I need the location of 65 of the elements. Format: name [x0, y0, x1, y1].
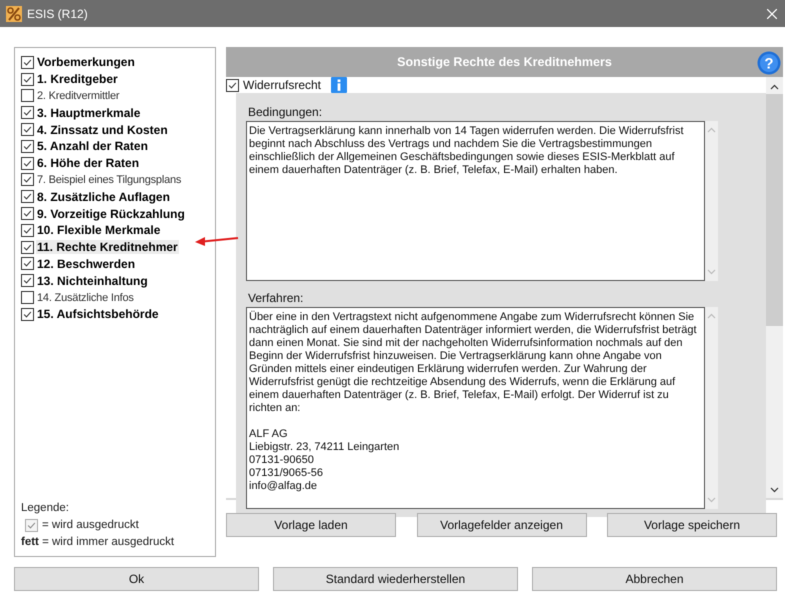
checkbox[interactable] — [21, 240, 34, 254]
legend-text: fett = wird immer ausgedruckt — [21, 535, 176, 550]
section-item[interactable]: 7. Beispiel eines Tilgungsplans — [36, 174, 182, 186]
field-label: Bedingungen: — [247, 104, 324, 121]
checkbox[interactable] — [21, 173, 34, 186]
checkbox[interactable] — [226, 78, 239, 92]
template-button[interactable]: Vorlage laden — [226, 513, 396, 537]
checkbox[interactable] — [21, 274, 34, 288]
checkbox[interactable] — [21, 140, 34, 153]
checkbox[interactable] — [21, 291, 34, 304]
checkbox[interactable] — [21, 156, 34, 170]
checkmark-icon — [22, 124, 33, 136]
checkbox[interactable] — [21, 106, 34, 120]
section-item[interactable]: 10. Flexible Merkmale — [36, 223, 162, 238]
checkbox[interactable] — [21, 190, 34, 204]
checkmark-icon — [22, 174, 33, 186]
chevron-up-icon[interactable] — [770, 84, 779, 90]
section-item[interactable]: 14. Zusätzliche Infos — [36, 292, 135, 304]
dialog-button[interactable]: Ok — [14, 567, 259, 591]
section-item[interactable]: 13. Nichteinhaltung — [36, 274, 149, 288]
legend-title: Legende: — [21, 501, 70, 516]
checkmark-icon — [22, 191, 33, 202]
section-item[interactable]: 1. Kreditgeber — [36, 72, 119, 86]
section-item[interactable]: 3. Hauptmerkmale — [36, 106, 142, 120]
chevron-down-icon[interactable] — [770, 487, 779, 493]
checkbox[interactable] — [21, 224, 34, 237]
checkbox[interactable] — [21, 123, 34, 136]
section-item[interactable]: 11. Rechte Kreditnehmer — [36, 240, 179, 254]
checkmark-icon — [22, 208, 33, 220]
checkbox[interactable] — [21, 89, 34, 102]
dialog-button[interactable]: Abbrechen — [532, 567, 777, 591]
checkmark-icon — [22, 107, 33, 118]
section-item[interactable]: 4. Zinssatz und Kosten — [36, 122, 169, 137]
checkbox[interactable] — [21, 72, 34, 86]
close-icon[interactable] — [767, 8, 777, 18]
checkbox[interactable] — [21, 207, 34, 220]
template-button[interactable]: Vorlagefelder anzeigen — [416, 513, 586, 537]
scrollbar[interactable] — [766, 77, 783, 498]
option-label[interactable]: Widerrufsrecht — [243, 78, 322, 92]
panel-title: Sonstige Rechte des Kreditnehmers — [397, 55, 612, 69]
percent-logo-icon — [6, 6, 22, 22]
checkbox[interactable] — [21, 308, 34, 321]
template-button[interactable]: Vorlage speichern — [607, 513, 777, 537]
text-area[interactable]: Die Vertragserklärung kann innerhalb von 14 Tagen widerrufen werden. Die Widerrufsfrist beginnt nach Abschluss des Vertrags und nachdem Sie die Vertragsbestimmungen einschließlich der Allgemeinen Geschäftsbedingungen sowie dieses ESIS-Merkblatt auf einem dauerhaften Datenträger (z. B. Brief, Telefax, E-Mail) erhalten haben. — [246, 121, 705, 281]
field-label: Verfahren: — [247, 290, 304, 307]
section-item[interactable]: 8. Zusätzliche Auflagen — [36, 190, 171, 204]
section-item[interactable]: 12. Beschwerden — [36, 256, 136, 271]
window-title: ESIS (R12) — [27, 6, 89, 20]
info-icon[interactable] — [331, 77, 348, 93]
checkmark-icon — [22, 258, 33, 270]
checkmark-icon — [22, 275, 33, 286]
section-item[interactable]: 6. Höhe der Raten — [36, 156, 140, 170]
section-item[interactable]: 15. Aufsichtsbehörde — [36, 307, 160, 322]
pointer-arrow — [195, 234, 239, 246]
section-item[interactable]: 5. Anzahl der Raten — [36, 139, 149, 154]
legend-text: = wird ausgedruckt — [42, 518, 139, 533]
text-area[interactable]: Über eine in den Vertragstext nicht aufgenommene Angabe zum Widerrufsrecht können Sie nachträglich auf einem dauerhaften Datenträger informiert werden, die Widerrufsfrist beträgt dann einen Monat. Sie sind mit der nachgeholten Widerrufsinformation nochmals auf den Beginn der Widerrufsfrist hinzuweisen. Die Vertragserklärung kann ohne Angabe von Gründen mittels einer eindeutigen Erklärung widerrufen werden. Zur Wahrung der Widerrufsfrist genügt die rechtzeitige Absendung des Widerrufs, wenn die Erklärung auf einem dauerhaften Datenträger (z. B. Brief, Telefax, E-Mail) erfolgt. Der Widerruf ist zu richten an: ALF AG Liebigstr. 23, 74211 Leingarten 07131-90650 07131/9065-56 info@alfag.de — [246, 307, 705, 509]
checkbox[interactable] — [21, 56, 34, 69]
checkmark-icon — [26, 520, 37, 531]
section-item[interactable]: 2. Kreditvermittler — [36, 90, 120, 102]
checkbox[interactable] — [21, 257, 34, 270]
section-item[interactable]: Vorbemerkungen — [36, 55, 136, 70]
checkbox[interactable] — [25, 519, 38, 532]
section-item[interactable]: 9. Vorzeitige Rückzahlung — [36, 206, 186, 221]
dialog-button[interactable]: Standard wiederherstellen — [273, 567, 518, 591]
